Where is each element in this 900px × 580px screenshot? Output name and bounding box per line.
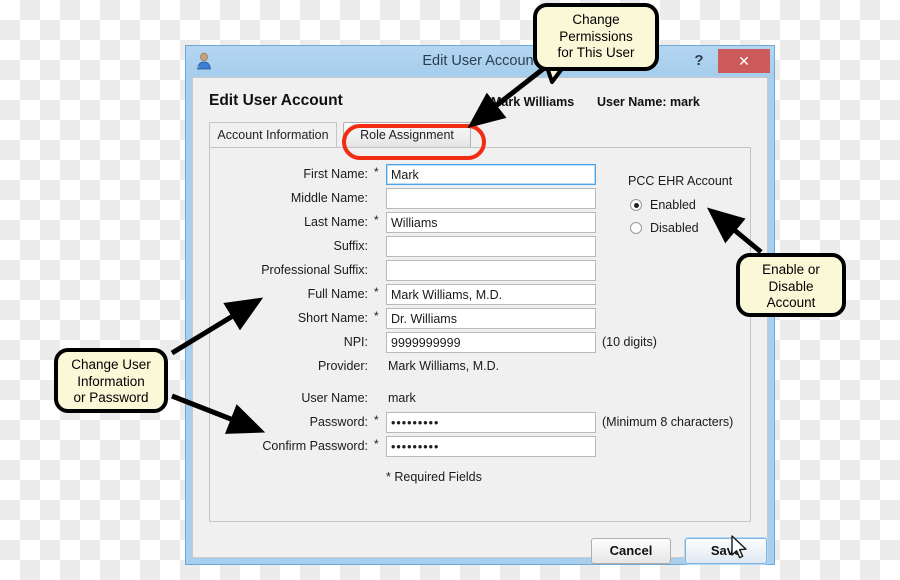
required-marker-last-name: *	[374, 213, 379, 227]
help-button[interactable]: ?	[688, 50, 710, 72]
input-suffix[interactable]	[386, 236, 596, 257]
field-row-provider: Provider:	[210, 356, 368, 378]
callout-enable-line3: Account	[766, 295, 816, 310]
label-short-name: Short Name:	[297, 311, 368, 325]
input-first-name[interactable]	[386, 164, 596, 185]
callout-permissions-line1: Change	[572, 12, 620, 27]
label-provider: Provider:	[317, 359, 368, 373]
dialog-titlebar: Edit User Account ? ✕	[186, 46, 774, 76]
label-suffix: Suffix:	[333, 239, 368, 253]
input-npi[interactable]	[386, 332, 596, 353]
callout-change-permissions: Change Permissions for This User	[533, 3, 659, 71]
field-row-short-name: Short Name:	[210, 308, 368, 330]
label-user-name: User Name:	[301, 391, 368, 405]
radio-enabled-label: Enabled	[650, 198, 696, 212]
save-button[interactable]: Save	[685, 538, 767, 564]
radio-enabled-icon[interactable]	[630, 199, 642, 211]
required-marker-first-name: *	[374, 165, 379, 179]
label-first-name: First Name:	[303, 167, 368, 181]
callout-userinfo-line1: Change User	[71, 357, 151, 372]
required-marker-full-name: *	[374, 285, 379, 299]
callout-enable-line1: Enable or	[762, 262, 820, 277]
radio-disabled-icon[interactable]	[630, 222, 642, 234]
pcc-ehr-account-title: PCC EHR Account	[628, 174, 733, 188]
user-login-label: User Name: mark	[597, 95, 700, 109]
field-row-full-name: Full Name:	[210, 284, 368, 306]
role-assignment-highlight	[342, 124, 486, 160]
close-button[interactable]: ✕	[718, 49, 770, 73]
callout-enable-disable: Enable or Disable Account	[736, 253, 846, 317]
field-row-suffix: Suffix:	[210, 236, 368, 258]
field-row-confirm-password: Confirm Password:	[210, 436, 368, 458]
user-display-name: Mark Williams	[491, 95, 575, 109]
callout-enable-line2: Disable	[768, 278, 814, 294]
label-professional-suffix: Professional Suffix:	[261, 263, 368, 277]
input-short-name[interactable]	[386, 308, 596, 329]
input-confirm-password[interactable]	[386, 436, 596, 457]
screenshot-canvas: Edit User Account ? ✕ Edit User Account …	[0, 0, 900, 580]
input-password[interactable]	[386, 412, 596, 433]
required-marker-short-name: *	[374, 309, 379, 323]
hint-password: (Minimum 8 characters)	[602, 415, 734, 429]
label-npi: NPI:	[343, 335, 368, 349]
input-middle-name[interactable]	[386, 188, 596, 209]
callout-permissions-line2: Permissions	[559, 28, 633, 44]
page-title: Edit User Account	[209, 92, 343, 109]
label-middle-name: Middle Name:	[290, 191, 368, 205]
value-user-name: mark	[388, 391, 416, 405]
callout-userinfo-line3: or Password	[73, 390, 149, 405]
tab-account-information[interactable]: Account Information	[209, 122, 337, 148]
input-last-name[interactable]	[386, 212, 596, 233]
field-row-npi: NPI:	[210, 332, 368, 354]
label-full-name: Full Name:	[307, 287, 368, 301]
input-professional-suffix[interactable]	[386, 260, 596, 281]
input-full-name[interactable]	[386, 284, 596, 305]
hint-npi: (10 digits)	[602, 335, 657, 349]
field-row-last-name: Last Name:	[210, 212, 368, 234]
field-row-middle-name: Middle Name:	[210, 188, 368, 210]
edit-user-account-dialog: Edit User Account ? ✕ Edit User Account …	[185, 45, 775, 565]
field-row-password: Password:	[210, 412, 368, 434]
field-row-professional-suffix: Professional Suffix:	[210, 260, 368, 282]
value-provider: Mark Williams, M.D.	[388, 359, 500, 373]
callout-permissions-line3: for This User	[557, 45, 635, 60]
required-fields-note: * Required Fields	[386, 470, 482, 484]
required-marker-confirm-password: *	[374, 437, 379, 451]
label-password: Password:	[309, 415, 368, 429]
mouse-cursor	[731, 535, 747, 559]
callout-userinfo-line2: Information	[77, 373, 145, 389]
account-information-panel: First Name: * Middle Name: Last Name: * …	[209, 147, 751, 522]
label-confirm-password: Confirm Password:	[262, 439, 368, 453]
dialog-title: Edit User Account	[422, 53, 538, 69]
callout-change-user-info: Change User Information or Password	[54, 348, 168, 413]
label-last-name: Last Name:	[304, 215, 368, 229]
cancel-button[interactable]: Cancel	[591, 538, 671, 564]
radio-disabled-label: Disabled	[650, 221, 699, 235]
field-row-first-name: First Name:	[210, 164, 368, 186]
field-row-user-name: User Name:	[210, 388, 368, 410]
required-marker-password: *	[374, 413, 379, 427]
